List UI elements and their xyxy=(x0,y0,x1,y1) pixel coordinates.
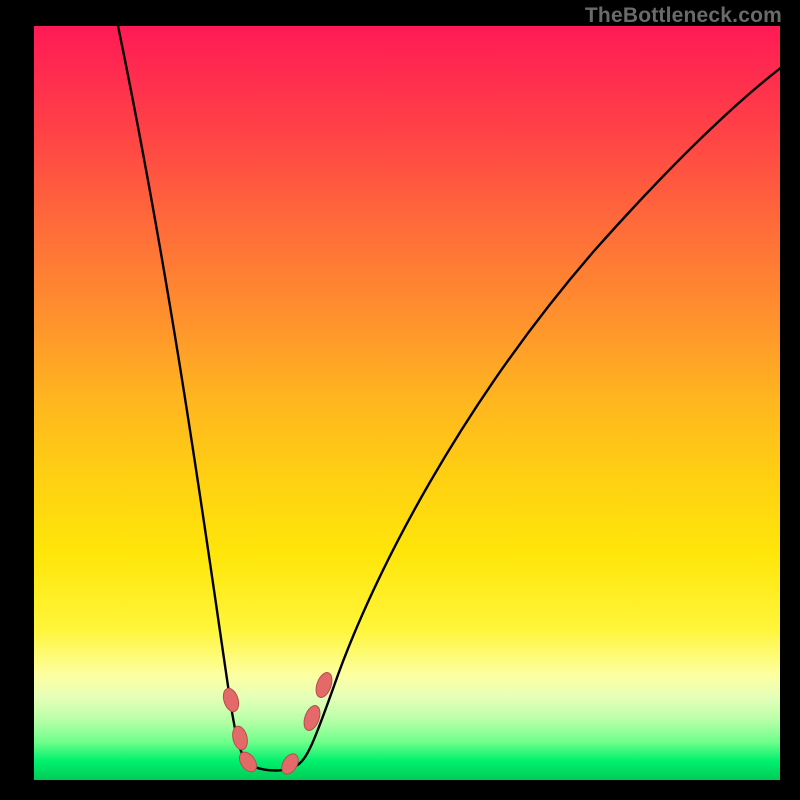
curve-marker xyxy=(278,751,301,777)
plot-area xyxy=(34,26,780,780)
bottleneck-curve xyxy=(117,26,780,771)
chart-frame: TheBottleneck.com xyxy=(0,0,800,800)
curve-marker xyxy=(230,725,249,752)
curve-layer xyxy=(34,26,780,780)
curve-marker xyxy=(236,749,260,775)
watermark-text: TheBottleneck.com xyxy=(585,4,782,28)
marker-group xyxy=(221,670,335,777)
curve-marker xyxy=(221,686,242,713)
